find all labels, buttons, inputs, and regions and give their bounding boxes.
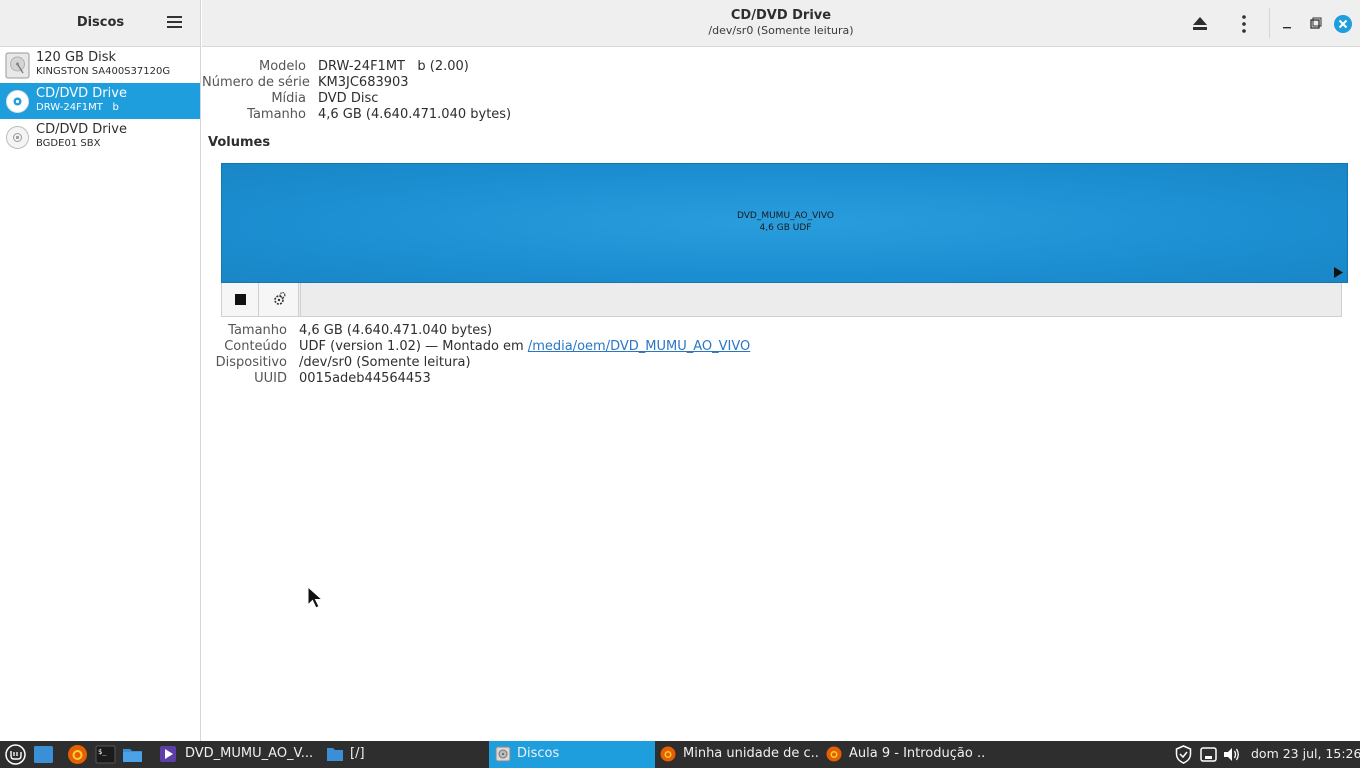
media-label: Mídia bbox=[271, 91, 306, 106]
firefox-launcher-icon[interactable] bbox=[67, 744, 88, 765]
mint-menu-icon[interactable] bbox=[5, 744, 26, 765]
task-label: [/] bbox=[350, 746, 365, 761]
hard-disk-icon bbox=[5, 52, 30, 79]
show-desktop-icon[interactable] bbox=[33, 744, 54, 765]
maximize-icon[interactable] bbox=[1303, 12, 1327, 36]
volume-info: Tamanho 4,6 GB (4.640.471.040 bytes) Con… bbox=[202, 322, 902, 392]
volume-partition-block[interactable]: DVD_MUMU_AO_VIVO 4,6 GB UDF bbox=[221, 163, 1348, 283]
sidebar-header: Discos bbox=[0, 0, 200, 47]
taskbar-task-firefox-1[interactable]: Minha unidade de c... bbox=[655, 741, 820, 768]
partition-name: DVD_MUMU_AO_VIVO bbox=[736, 211, 835, 221]
eject-icon[interactable] bbox=[1188, 12, 1212, 36]
volume-icon[interactable] bbox=[1221, 744, 1242, 765]
sidebar-item-cd-dvd-drive-2[interactable]: CD/DVD Drive BGDE01 SBX bbox=[0, 119, 200, 155]
content-value: UDF (version 1.02) — Montado em /media/o… bbox=[299, 339, 750, 354]
drive-details-panel: Modelo DRW-24F1MT b (2.00) Número de sér… bbox=[202, 48, 1360, 741]
close-icon[interactable] bbox=[1331, 12, 1355, 36]
task-label: Minha unidade de c... bbox=[683, 746, 820, 761]
stop-icon bbox=[235, 294, 246, 305]
volume-size-label: Tamanho bbox=[228, 323, 287, 338]
task-label: Aula 9 - Introdução ... bbox=[849, 746, 986, 761]
more-options-icon[interactable] bbox=[1232, 12, 1256, 36]
optical-disc-icon bbox=[6, 90, 29, 113]
uuid-label: UUID bbox=[254, 371, 287, 386]
task-label: Discos bbox=[517, 746, 560, 761]
svg-text:$_: $_ bbox=[98, 748, 107, 756]
volume-size-value: 4,6 GB (4.640.471.040 bytes) bbox=[299, 323, 493, 338]
files-launcher-icon[interactable] bbox=[122, 744, 143, 765]
clock[interactable]: dom 23 jul, 15:26 bbox=[1251, 746, 1360, 761]
minimize-icon[interactable] bbox=[1275, 12, 1299, 36]
disk-name: CD/DVD Drive bbox=[36, 86, 127, 101]
header-bar: CD/DVD Drive /dev/sr0 (Somente leitura) bbox=[202, 0, 1360, 47]
video-icon bbox=[160, 746, 176, 762]
serial-label: Número de série bbox=[202, 75, 310, 90]
play-arrow-icon[interactable] bbox=[1333, 267, 1343, 278]
settings-button[interactable] bbox=[259, 283, 299, 316]
taskbar-task-disks[interactable]: Discos bbox=[489, 741, 655, 768]
sidebar-item-cd-dvd-drive-1[interactable]: CD/DVD Drive DRW-24F1MT b bbox=[0, 83, 200, 119]
disk-model: KINGSTON SA400S37120G bbox=[36, 66, 171, 77]
taskbar: $_ DVD_MUMU_AO_V... [/] Discos Minha uni bbox=[0, 741, 1360, 768]
folder-icon bbox=[327, 748, 343, 761]
content-label: Conteúdo bbox=[224, 339, 287, 354]
device-value: /dev/sr0 (Somente leitura) bbox=[299, 355, 471, 370]
content-type: UDF (version 1.02) — Montado em bbox=[299, 339, 528, 354]
partition-size: 4,6 GB UDF bbox=[759, 223, 812, 233]
network-icon[interactable] bbox=[1198, 744, 1219, 765]
size-label: Tamanho bbox=[247, 107, 306, 122]
mount-point-link[interactable]: /media/oem/DVD_MUMU_AO_VIVO bbox=[528, 339, 750, 354]
taskbar-task-folder[interactable]: [/] bbox=[322, 741, 482, 768]
taskbar-task-firefox-2[interactable]: Aula 9 - Introdução ... bbox=[821, 741, 986, 768]
sidebar: Discos 120 GB Disk KINGSTON SA400S37120G… bbox=[0, 0, 201, 741]
shield-icon[interactable] bbox=[1173, 744, 1194, 765]
size-value: 4,6 GB (4.640.471.040 bytes) bbox=[318, 107, 512, 122]
device-label: Dispositivo bbox=[215, 355, 287, 370]
disk-model: DRW-24F1MT b bbox=[36, 102, 119, 113]
model-label: Modelo bbox=[259, 59, 306, 74]
disk-model: BGDE01 SBX bbox=[36, 138, 101, 149]
optical-disc-icon bbox=[6, 126, 29, 149]
serial-value: KM3JC683903 bbox=[318, 75, 409, 90]
terminal-launcher-icon[interactable]: $_ bbox=[95, 744, 116, 765]
disk-name: CD/DVD Drive bbox=[36, 122, 127, 137]
disks-icon bbox=[495, 746, 511, 762]
volume-toolbar-spacer bbox=[300, 283, 1343, 316]
media-value: DVD Disc bbox=[318, 91, 379, 106]
taskbar-task-video[interactable]: DVD_MUMU_AO_V... bbox=[155, 741, 320, 768]
disks-window: Discos 120 GB Disk KINGSTON SA400S37120G… bbox=[0, 0, 1360, 741]
header-separator bbox=[1269, 8, 1270, 38]
model-value: DRW-24F1MT b (2.00) bbox=[318, 59, 469, 74]
uuid-value: 0015adeb44564453 bbox=[299, 371, 431, 386]
sidebar-item-120gb-disk[interactable]: 120 GB Disk KINGSTON SA400S37120G bbox=[0, 47, 200, 83]
window-title: CD/DVD Drive bbox=[730, 8, 832, 23]
firefox-icon bbox=[826, 746, 842, 762]
window-subtitle: /dev/sr0 (Somente leitura) bbox=[708, 24, 854, 37]
task-label: DVD_MUMU_AO_V... bbox=[185, 746, 314, 761]
mouse-pointer-icon bbox=[307, 586, 324, 609]
disk-name: 120 GB Disk bbox=[36, 50, 116, 65]
unmount-button[interactable] bbox=[222, 283, 259, 316]
main-menu-icon[interactable] bbox=[167, 16, 182, 29]
gears-icon bbox=[274, 292, 286, 305]
drive-info: Modelo DRW-24F1MT b (2.00) Número de sér… bbox=[202, 48, 802, 128]
volume-toolbar bbox=[221, 283, 1342, 317]
volumes-heading: Volumes bbox=[208, 135, 271, 150]
firefox-icon bbox=[660, 746, 676, 762]
